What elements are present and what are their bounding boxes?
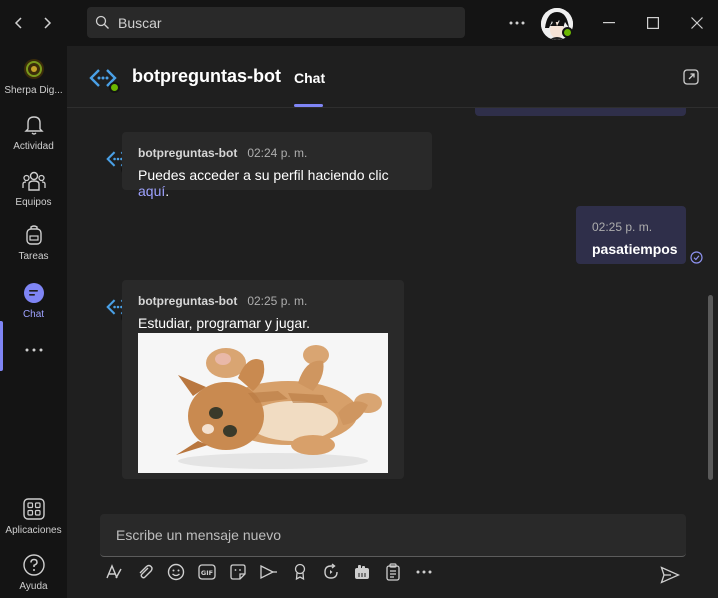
message-time: 02:25 p. m. [592,220,653,234]
praise-icon[interactable] [290,562,310,582]
apps-icon [22,498,45,520]
rail-item-apps[interactable]: Aplicaciones [0,498,67,536]
message-text: Puedes acceder a su perfil haciendo clic… [138,167,389,199]
message-sender: botpreguntas-bot [138,294,238,308]
forward-icon[interactable] [36,12,58,34]
more-options-icon[interactable] [504,10,530,36]
search-input[interactable]: Buscar [118,15,162,31]
tab-underline [294,104,323,107]
title-bar: Buscar [0,0,718,46]
read-receipt-icon [690,251,703,264]
gif-icon[interactable]: GIF [197,562,217,582]
my-message-bubble: 02:25 p. m. pasatiempos [576,206,686,264]
maximize-icon[interactable] [640,10,666,36]
active-indicator [0,321,3,371]
organization-logo-icon [23,58,45,80]
more-options-icon[interactable] [414,562,434,582]
teams-icon [21,170,46,192]
forms-icon[interactable] [383,562,403,582]
message-time: 02:25 p. m. [247,294,308,308]
compose-toolbar: GIF [104,562,445,586]
app-rail: Sherpa Dig... Actividad Equipos Tareas C… [0,46,67,598]
message-bubble: botpreguntas-bot 02:24 p. m. Puedes acced… [122,132,432,199]
pop-out-icon[interactable] [683,69,699,85]
bell-icon [23,114,44,136]
chat-icon [23,282,45,304]
attach-icon[interactable] [135,562,155,582]
sticker-icon[interactable] [228,562,248,582]
message-text: Estudiar, programar y jugar. [138,315,310,331]
message-sender: botpreguntas-bot [138,146,238,160]
scrollbar[interactable] [708,295,713,480]
close-icon[interactable] [684,10,710,36]
rail-item-chat[interactable]: Chat [0,282,67,320]
kitten-image[interactable] [138,333,388,473]
message-input[interactable] [100,514,686,556]
user-presence-badge [562,27,573,38]
bot-presence-badge [109,82,120,93]
rail-item-activity[interactable]: Actividad [0,114,67,152]
search-icon [95,15,110,30]
message-bubble: botpreguntas-bot 02:25 p. m. Estudiar, pr… [122,280,404,479]
message-list: botpreguntas-bot 02:24 p. m. Puedes acced… [67,108,718,508]
send-icon[interactable] [659,564,681,586]
loop-icon[interactable] [321,562,341,582]
minimize-icon[interactable] [596,10,622,36]
compose-box[interactable] [100,514,686,557]
format-icon[interactable] [104,562,124,582]
tab-chat[interactable]: Chat [294,70,325,86]
chat-title: botpreguntas-bot [132,66,281,86]
meet-now-icon[interactable] [259,562,279,582]
emoji-icon[interactable] [166,562,186,582]
rail-item-teams[interactable]: Equipos [0,170,67,208]
rail-item-help[interactable]: Ayuda [0,554,67,592]
rail-item-organization[interactable]: Sherpa Dig... [0,58,67,96]
chat-header: botpreguntas-bot Chat [67,46,718,108]
svg-text:GIF: GIF [201,569,213,577]
back-icon[interactable] [8,12,30,34]
profile-link[interactable]: aquí [138,183,165,199]
backpack-icon [24,224,44,246]
message-time: 02:24 p. m. [247,146,308,160]
search-box[interactable]: Buscar [87,7,465,38]
message-text: pasatiempos [592,241,678,257]
more-apps-icon[interactable] [0,348,67,352]
help-icon [22,554,45,576]
rail-item-tasks[interactable]: Tareas [0,224,67,262]
previous-message-bubble [475,108,686,116]
approvals-icon[interactable] [352,562,372,582]
